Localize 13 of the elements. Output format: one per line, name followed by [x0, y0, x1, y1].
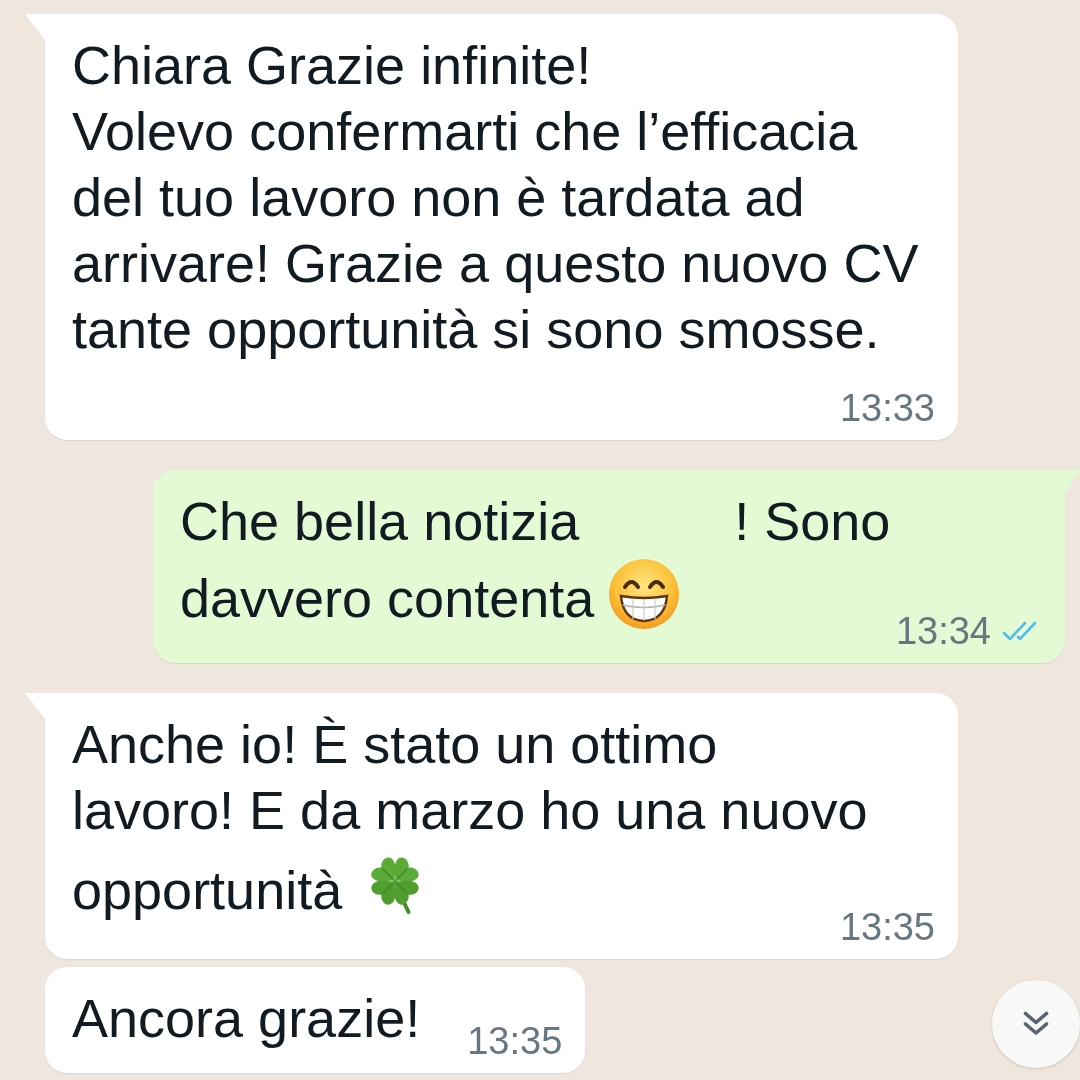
message-time: 13:33 — [839, 388, 935, 428]
message-time: 13:35 — [839, 907, 935, 947]
message-text: ! Sono — [734, 490, 891, 553]
message-text: lavoro! E da marzo ho una nuovo — [72, 779, 868, 842]
message-text: Anche io! È stato un ottimo — [72, 713, 718, 776]
grinning-face-icon — [608, 558, 681, 630]
message-time: 13:34 — [895, 611, 991, 651]
message-text: Che bella notizia — [180, 490, 580, 553]
message-time: 13:35 — [467, 1021, 563, 1061]
message-text: opportunità — [72, 859, 343, 922]
message-text: davvero contenta — [180, 566, 595, 630]
message-text: Chiara Grazie infinite! Volevo confermarti che l’efficacia del tuo lavoro non è tardata ad arrivare! Grazie a questo nuovo CV tante opportunità si sono smosse. — [72, 34, 920, 361]
message-text: Ancora grazie! — [72, 987, 421, 1050]
